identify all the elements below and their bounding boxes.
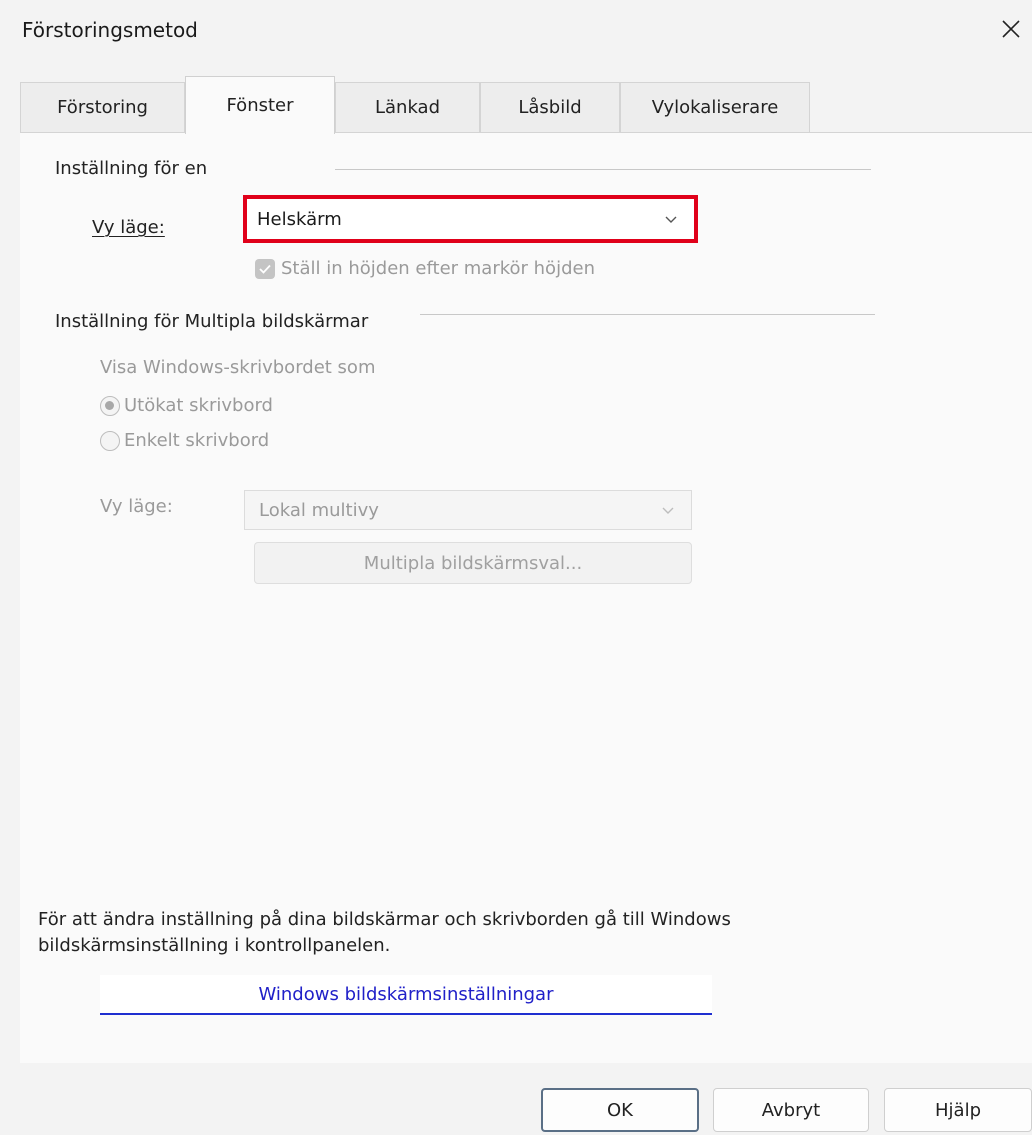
- multi-view-mode-select[interactable]: Lokal multivy: [244, 490, 692, 530]
- close-icon: [1002, 20, 1020, 38]
- cursor-height-label: Ställ in höjden efter markör höjden: [281, 258, 595, 279]
- chevron-down-icon: [662, 507, 674, 514]
- radio-extended-desktop-row[interactable]: Utökat skrivbord: [100, 395, 273, 416]
- close-button[interactable]: [990, 8, 1032, 50]
- multi-monitor-options-button[interactable]: Multipla bildskärmsval...: [254, 542, 692, 584]
- cancel-button[interactable]: Avbryt: [713, 1088, 869, 1132]
- tab-lasbild[interactable]: Låsbild: [480, 82, 620, 132]
- chevron-down-icon: [665, 216, 677, 223]
- tab-forstoring[interactable]: Förstoring: [20, 82, 185, 132]
- radio-single-desktop-row[interactable]: Enkelt skrivbord: [100, 430, 269, 451]
- view-mode-select[interactable]: Helskärm: [243, 195, 698, 243]
- tab-vylokaliserare[interactable]: Vylokaliserare: [620, 82, 810, 132]
- info-text-line-1: För att ändra inställning på dina bildsk…: [38, 909, 731, 930]
- magnification-method-dialog: Förstoringsmetod Förstoring Fönster Länk…: [0, 0, 1032, 1135]
- section-divider: [420, 314, 875, 315]
- desktop-as-label: Visa Windows-skrivbordet som: [100, 357, 376, 378]
- single-monitor-section-title: Inställning för en: [55, 158, 208, 179]
- windows-display-settings-link[interactable]: Windows bildskärmsinställningar: [100, 975, 712, 1015]
- radio-single-desktop-label: Enkelt skrivbord: [124, 430, 270, 451]
- window-title: Förstoringsmetod: [22, 18, 198, 42]
- multi-monitor-section-title: Inställning för Multipla bildskärmar: [55, 311, 369, 332]
- radio-extended-desktop[interactable]: [100, 395, 120, 416]
- info-text-line-2: bildskärmsinställning i kontrollpanelen.: [38, 935, 391, 956]
- view-mode-label-text: Vy läge:: [92, 217, 165, 238]
- section-divider: [335, 169, 871, 170]
- multi-view-mode-label: Vy läge:: [100, 496, 173, 517]
- help-button[interactable]: Hjälp: [884, 1088, 1032, 1132]
- view-mode-label: Vy läge:: [92, 217, 165, 238]
- tab-lankad[interactable]: Länkad: [335, 82, 480, 132]
- multi-view-mode-value: Lokal multivy: [259, 499, 379, 521]
- radio-extended-desktop-label: Utökat skrivbord: [124, 395, 273, 416]
- tab-fonster[interactable]: Fönster: [185, 76, 335, 134]
- checkmark-icon: [259, 264, 271, 274]
- cursor-height-checkbox[interactable]: [255, 258, 275, 279]
- ok-button[interactable]: OK: [541, 1088, 699, 1132]
- radio-single-desktop[interactable]: [100, 430, 120, 451]
- cursor-height-checkbox-row[interactable]: Ställ in höjden efter markör höjden: [255, 258, 595, 279]
- title-bar: Förstoringsmetod: [0, 0, 1032, 70]
- view-mode-value: Helskärm: [257, 208, 342, 230]
